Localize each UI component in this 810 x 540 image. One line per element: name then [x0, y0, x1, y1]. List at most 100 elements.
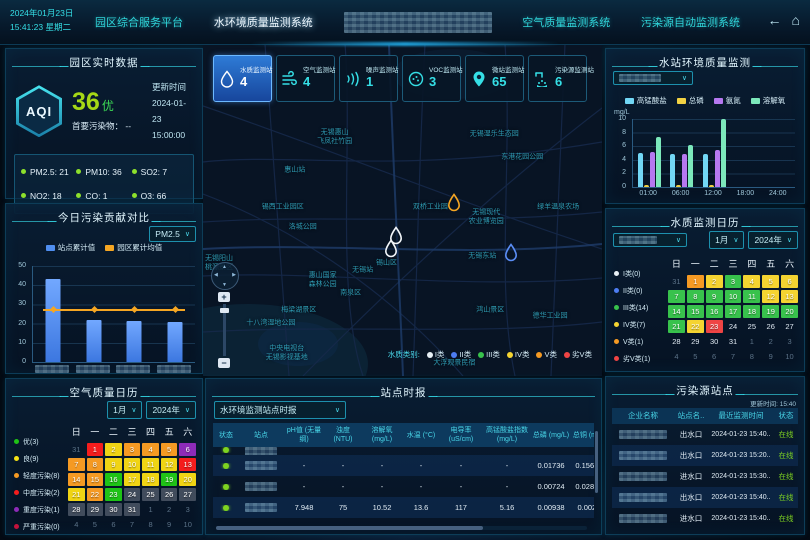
calendar-day[interactable]: 8: [687, 290, 704, 303]
calendar-day[interactable]: 25: [743, 320, 760, 333]
calendar-day[interactable]: 21: [68, 488, 85, 501]
pan-down-icon[interactable]: ▼: [222, 282, 227, 288]
month-select[interactable]: 1月∨: [107, 401, 142, 419]
calendar-day[interactable]: 25: [142, 488, 159, 501]
calendar-day[interactable]: 6: [781, 275, 798, 288]
calendar-day[interactable]: 15: [687, 305, 704, 318]
bar-1-0[interactable]: [670, 154, 675, 187]
table-row[interactable]: 7.9487510.5213.61175.160.009380.002685.5…: [213, 497, 594, 518]
calendar-day[interactable]: 30: [105, 503, 122, 516]
bar-2-0[interactable]: [703, 154, 708, 187]
calendar-day[interactable]: 3: [124, 443, 141, 456]
calendar-day[interactable]: 7: [124, 518, 141, 531]
calendar-day[interactable]: 31: [725, 335, 742, 348]
bar-0-0[interactable]: [638, 153, 643, 187]
nav-tab-0[interactable]: 园区综合服务平台: [95, 14, 183, 30]
bar-2-1[interactable]: [709, 185, 714, 187]
table-row[interactable]: ------0.007240.028493-: [213, 476, 594, 497]
calendar-day[interactable]: 1: [743, 335, 760, 348]
station-type-button-5[interactable]: 污染源监测站6: [528, 55, 587, 102]
calendar-day[interactable]: 20: [179, 473, 196, 486]
bar-2-2[interactable]: [715, 150, 720, 187]
table-row[interactable]: 出水口2024-01-23 15:40..在线: [612, 424, 798, 445]
calendar-day[interactable]: 20: [781, 305, 798, 318]
zoom-out-button[interactable]: −: [218, 358, 230, 368]
calendar-day[interactable]: 28: [668, 335, 685, 348]
calendar-day[interactable]: 5: [687, 350, 704, 363]
home-icon[interactable]: ⌂: [792, 12, 800, 28]
calendar-day[interactable]: 9: [762, 350, 779, 363]
station-type-button-0[interactable]: 水质监测站4: [213, 55, 272, 102]
scrollbar-thumb[interactable]: [216, 526, 483, 530]
calendar-day[interactable]: 10: [725, 290, 742, 303]
station-type-button-3[interactable]: VOC监测站3: [402, 55, 461, 102]
calendar-day[interactable]: 1: [142, 503, 159, 516]
station-type-button-4[interactable]: 微站监测站65: [465, 55, 524, 102]
calendar-day[interactable]: 23: [105, 488, 122, 501]
calendar-day[interactable]: 31: [68, 443, 85, 456]
pan-left-icon[interactable]: ◀: [214, 272, 218, 278]
table-row[interactable]: 出水口2024-01-23 15:40..在线: [612, 487, 798, 508]
station-select[interactable]: ∨: [613, 233, 687, 247]
nav-tab-1[interactable]: 水环境质量监测系统: [214, 14, 313, 30]
map-compass-control[interactable]: ▲ ▼ ◀ ▶: [211, 262, 239, 290]
calendar-day[interactable]: 10: [179, 518, 196, 531]
calendar-day[interactable]: 24: [124, 488, 141, 501]
calendar-day[interactable]: 9: [105, 458, 122, 471]
calendar-day[interactable]: 19: [161, 473, 178, 486]
station-type-button-2[interactable]: 噪声监测站1: [339, 55, 398, 102]
calendar-day[interactable]: 18: [142, 473, 159, 486]
calendar-day[interactable]: 7: [725, 350, 742, 363]
bar-0-1[interactable]: [644, 185, 649, 187]
water-station-marker-blue[interactable]: [503, 243, 519, 263]
calendar-day[interactable]: 2: [105, 443, 122, 456]
bar-2-3[interactable]: [721, 119, 726, 187]
calendar-day[interactable]: 4: [668, 350, 685, 363]
calendar-day[interactable]: 9: [161, 518, 178, 531]
bar-station-3[interactable]: [167, 322, 182, 362]
calendar-day[interactable]: 8: [743, 350, 760, 363]
bar-0-2[interactable]: [650, 152, 655, 187]
calendar-day[interactable]: 16: [105, 473, 122, 486]
calendar-day[interactable]: 3: [179, 503, 196, 516]
zoom-track[interactable]: [223, 304, 226, 356]
table-row[interactable]: ------0.017360.156656-: [213, 455, 594, 476]
calendar-day[interactable]: 21: [668, 320, 685, 333]
calendar-day[interactable]: 2: [161, 503, 178, 516]
bar-1-1[interactable]: [676, 185, 681, 187]
horizontal-scrollbar[interactable]: [216, 526, 587, 530]
city-map[interactable]: 水质监测站4空气监测站4噪声监测站1VOC监测站3微站监测站65污染源监测站6 …: [203, 44, 602, 376]
table-row[interactable]: 进水口2024-01-23 15:40..在线: [612, 508, 798, 529]
year-select[interactable]: 2024年∨: [748, 231, 798, 249]
bar-0-3[interactable]: [656, 137, 661, 187]
back-icon[interactable]: ←: [768, 12, 782, 28]
table-row[interactable]: 进水口2024-01-23 15:30..在线: [612, 466, 798, 487]
calendar-day[interactable]: 3: [781, 335, 798, 348]
calendar-day[interactable]: 22: [87, 488, 104, 501]
calendar-day[interactable]: 15: [87, 473, 104, 486]
calendar-day[interactable]: 6: [179, 443, 196, 456]
calendar-day[interactable]: 26: [161, 488, 178, 501]
calendar-day[interactable]: 13: [781, 290, 798, 303]
calendar-day[interactable]: 5: [87, 518, 104, 531]
calendar-day[interactable]: 31: [668, 275, 685, 288]
calendar-day[interactable]: 8: [142, 518, 159, 531]
calendar-day[interactable]: 7: [68, 458, 85, 471]
calendar-day[interactable]: 30: [706, 335, 723, 348]
calendar-day[interactable]: 2: [762, 335, 779, 348]
bar-1-2[interactable]: [682, 154, 687, 187]
calendar-day[interactable]: 6: [706, 350, 723, 363]
calendar-day[interactable]: 6: [105, 518, 122, 531]
vertical-scrollbar[interactable]: [595, 431, 598, 493]
calendar-day[interactable]: 11: [142, 458, 159, 471]
pan-up-icon[interactable]: ▲: [222, 264, 227, 270]
table-row[interactable]: 出水口2024-01-23 15:20..在线: [612, 445, 798, 466]
calendar-day[interactable]: 13: [179, 458, 196, 471]
calendar-day[interactable]: 16: [706, 305, 723, 318]
water-station-marker-orange[interactable]: [446, 193, 462, 213]
calendar-day[interactable]: 23: [706, 320, 723, 333]
calendar-day[interactable]: 5: [762, 275, 779, 288]
bar-station-1[interactable]: [86, 320, 101, 362]
water-station-marker-white[interactable]: [383, 239, 399, 259]
zoom-in-button[interactable]: +: [218, 292, 230, 302]
